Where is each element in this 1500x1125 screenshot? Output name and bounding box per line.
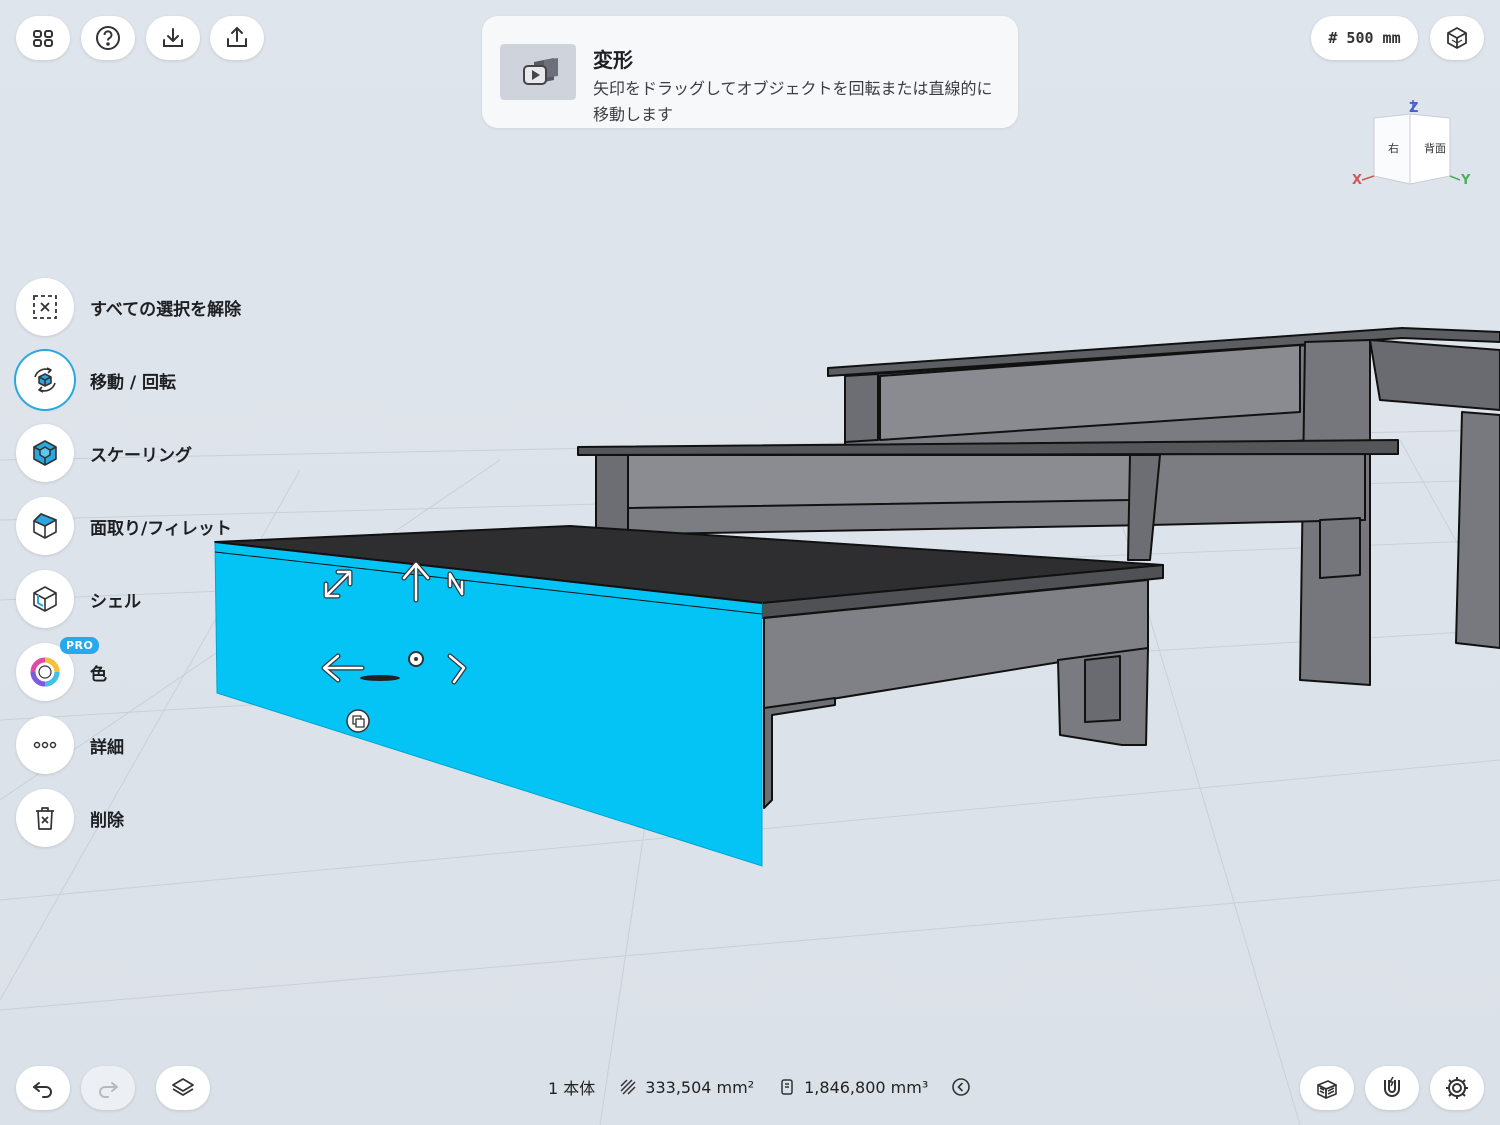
tool-label: スケーリング xyxy=(90,445,192,466)
tool-label: 削除 xyxy=(90,810,124,831)
layers-button[interactable] xyxy=(156,1066,210,1110)
grid-menu-icon xyxy=(33,30,53,47)
settings-button[interactable] xyxy=(1430,1066,1484,1110)
grid-size-button[interactable]: # 500 mm xyxy=(1311,16,1418,60)
pro-badge: PRO xyxy=(60,637,100,654)
tool-deselect-all[interactable]: すべての選択を解除 xyxy=(16,277,241,337)
help-icon xyxy=(96,26,120,50)
tool-label: 色 xyxy=(90,664,107,685)
hint-video-thumbnail[interactable] xyxy=(500,44,576,100)
volume-icon xyxy=(781,1079,793,1095)
deselect-icon xyxy=(33,295,57,319)
redo-button[interactable] xyxy=(81,1066,135,1110)
tool-scaling[interactable]: スケーリング xyxy=(16,423,192,483)
section-plane-icon xyxy=(1317,1080,1337,1099)
area-icon xyxy=(620,1079,636,1095)
tool-chamfer-fillet[interactable]: 面取り/フィレット xyxy=(16,496,232,556)
gear-icon xyxy=(1446,1077,1468,1099)
tool-color[interactable]: PRO 色 xyxy=(16,637,107,702)
tool-label: すべての選択を解除 xyxy=(90,299,242,320)
tool-delete[interactable]: 削除 xyxy=(16,788,124,848)
redo-icon xyxy=(99,1082,118,1098)
export-icon xyxy=(227,26,247,47)
hint-banner: 変形 矢印をドラッグしてオブジェクトを回転または直線的に移動します xyxy=(482,16,1018,128)
move-rotate-icon xyxy=(34,367,56,393)
hint-text: 矢印をドラッグしてオブジェクトを回転または直線的に移動します xyxy=(593,79,993,124)
shell-icon xyxy=(33,586,57,612)
volume: 1,846,800 mm³ xyxy=(804,1077,929,1097)
perspective-cube-icon xyxy=(1447,27,1467,49)
menu-button[interactable] xyxy=(16,16,70,60)
surface-area: 333,504 mm² xyxy=(645,1077,755,1097)
snap-button[interactable] xyxy=(1365,1066,1419,1110)
view-cube[interactable]: 右 背面 Z X Y xyxy=(1350,100,1480,190)
more-icon xyxy=(33,741,57,749)
collapse-status-button[interactable] xyxy=(952,1078,978,1096)
undo-icon xyxy=(33,1082,52,1098)
section-view-button[interactable] xyxy=(1300,1066,1354,1110)
color-wheel-icon xyxy=(30,657,60,687)
video-play-icon xyxy=(523,58,558,85)
view-cube-right-face[interactable]: 右 xyxy=(1388,141,1399,155)
view-cube-back-face[interactable]: 背面 xyxy=(1424,141,1446,155)
tool-move-rotate[interactable]: 移動 / 回転 xyxy=(16,350,176,410)
body-count: 1 本体 xyxy=(548,1079,596,1098)
tool-label: シェル xyxy=(90,591,141,612)
trash-icon xyxy=(36,807,54,830)
import-icon xyxy=(163,28,183,47)
magnet-icon xyxy=(1384,1076,1400,1097)
chamfer-icon xyxy=(33,513,57,539)
tool-label: 詳細 xyxy=(90,737,124,758)
help-button[interactable] xyxy=(81,16,135,60)
axis-z-label: Z xyxy=(1409,101,1418,116)
axis-y-label: Y xyxy=(1460,173,1471,188)
axis-x-label: X xyxy=(1352,173,1362,188)
view-mode-button[interactable] xyxy=(1430,16,1484,60)
scale-icon xyxy=(33,440,57,466)
status-bar: 1 本体 333,504 mm² 1,846,800 mm³ xyxy=(548,1074,1002,1100)
tool-details[interactable]: 詳細 xyxy=(16,715,124,775)
tool-label: 面取り/フィレット xyxy=(90,518,232,539)
undo-button[interactable] xyxy=(16,1066,70,1110)
3d-viewport[interactable] xyxy=(0,0,1500,1125)
chevron-left-icon xyxy=(952,1078,971,1096)
hint-title: 変形 xyxy=(593,48,633,72)
import-button[interactable] xyxy=(146,16,200,60)
tool-label: 移動 / 回転 xyxy=(90,372,177,393)
layers-icon xyxy=(172,1078,194,1096)
export-button[interactable] xyxy=(210,16,264,60)
tool-shell[interactable]: シェル xyxy=(16,569,141,629)
